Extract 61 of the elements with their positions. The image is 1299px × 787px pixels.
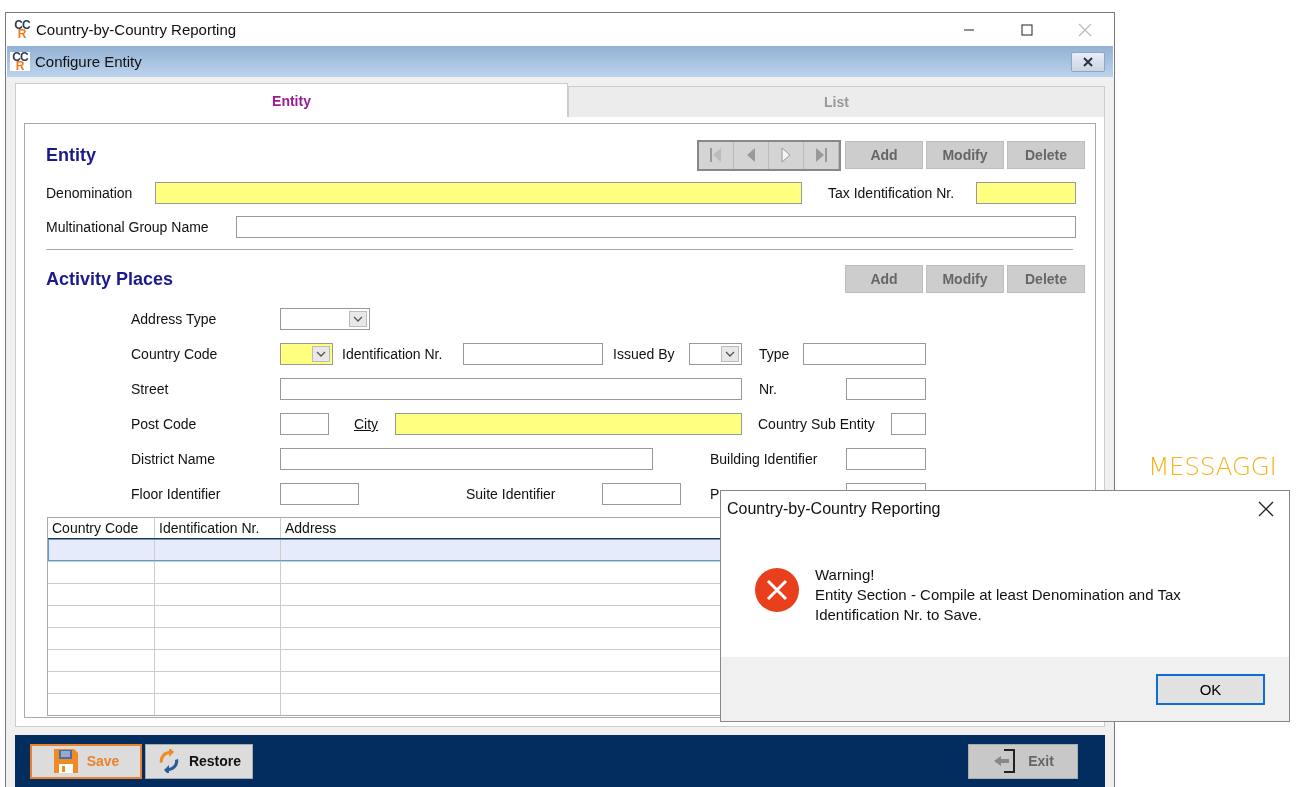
section-heading: Entity <box>46 144 96 166</box>
maximize-icon <box>1021 23 1033 36</box>
restore-button[interactable]: Restore <box>145 743 253 779</box>
tax-id-field[interactable] <box>976 182 1076 204</box>
warning-heading: Warning! <box>815 565 876 585</box>
field-label: Floor Identifier <box>131 486 221 502</box>
input-field[interactable] <box>602 483 681 505</box>
input-field[interactable] <box>395 413 742 435</box>
denomination-field[interactable] <box>155 182 802 204</box>
city-link[interactable]: City <box>354 416 379 432</box>
input-field[interactable] <box>803 343 926 365</box>
input-field[interactable] <box>463 343 603 365</box>
error-icon <box>754 567 800 613</box>
close-icon <box>1078 22 1092 37</box>
input-field[interactable] <box>280 378 742 400</box>
field-label: Country Sub Entity <box>758 416 875 432</box>
input-field[interactable] <box>280 413 329 435</box>
input-field[interactable] <box>891 413 926 435</box>
dropdown[interactable] <box>280 308 370 330</box>
column-header[interactable]: Identification Nr. <box>155 518 281 538</box>
close-icon <box>1081 56 1095 67</box>
field-label: Suite Identifier <box>466 486 556 502</box>
field-label: Type <box>759 346 790 362</box>
chevron-down-icon <box>316 351 326 357</box>
input-field[interactable] <box>846 378 926 400</box>
warning-message: Entity Section - Compile at least Denomination and Tax Identification Nr. to Save. <box>815 585 1182 625</box>
input-field[interactable] <box>280 483 359 505</box>
field-label: Post Code <box>131 416 197 432</box>
tab[interactable]: List <box>568 86 1105 117</box>
field-label: Country Code <box>131 346 218 362</box>
input-field[interactable] <box>280 448 653 470</box>
group-name-field[interactable] <box>236 216 1076 238</box>
dropdown[interactable] <box>689 343 742 365</box>
background-heading: MESSAGGI <box>1148 452 1277 481</box>
close-icon <box>1258 501 1274 517</box>
field-label: Denomination <box>46 185 134 201</box>
dialog-title: Country-by-Country Reporting <box>727 500 941 518</box>
field-label: District Name <box>131 451 215 467</box>
app-logo-icon: CC R <box>12 21 32 38</box>
field-label: Building Identifier <box>710 451 818 467</box>
chevron-down-icon <box>725 351 735 357</box>
field-label: P <box>710 486 720 502</box>
window-title: Country-by-Country Reporting <box>36 21 237 38</box>
input-field[interactable] <box>846 448 926 470</box>
section-heading: Activity Places <box>46 268 174 290</box>
chevron-down-icon <box>353 316 363 322</box>
field-label: Address Type <box>131 311 217 327</box>
app-logo-icon: CC R <box>10 52 30 71</box>
column-header[interactable]: Country Code <box>48 518 155 538</box>
dropdown[interactable] <box>280 343 333 365</box>
field-label: Street <box>131 381 169 397</box>
close-button[interactable] <box>1071 51 1105 72</box>
window-title: Configure Entity <box>35 53 142 70</box>
save-button[interactable]: Save <box>30 743 142 779</box>
field-label: Nr. <box>759 381 777 397</box>
tab[interactable]: Entity <box>15 83 568 117</box>
field-label: Multinational Group Name <box>46 219 210 235</box>
ok-button[interactable]: OK <box>1156 673 1265 705</box>
field-label: Tax Identification Nr. <box>828 185 956 201</box>
field-label: Identification Nr. <box>342 346 443 362</box>
field-label: Issued By <box>613 346 675 362</box>
